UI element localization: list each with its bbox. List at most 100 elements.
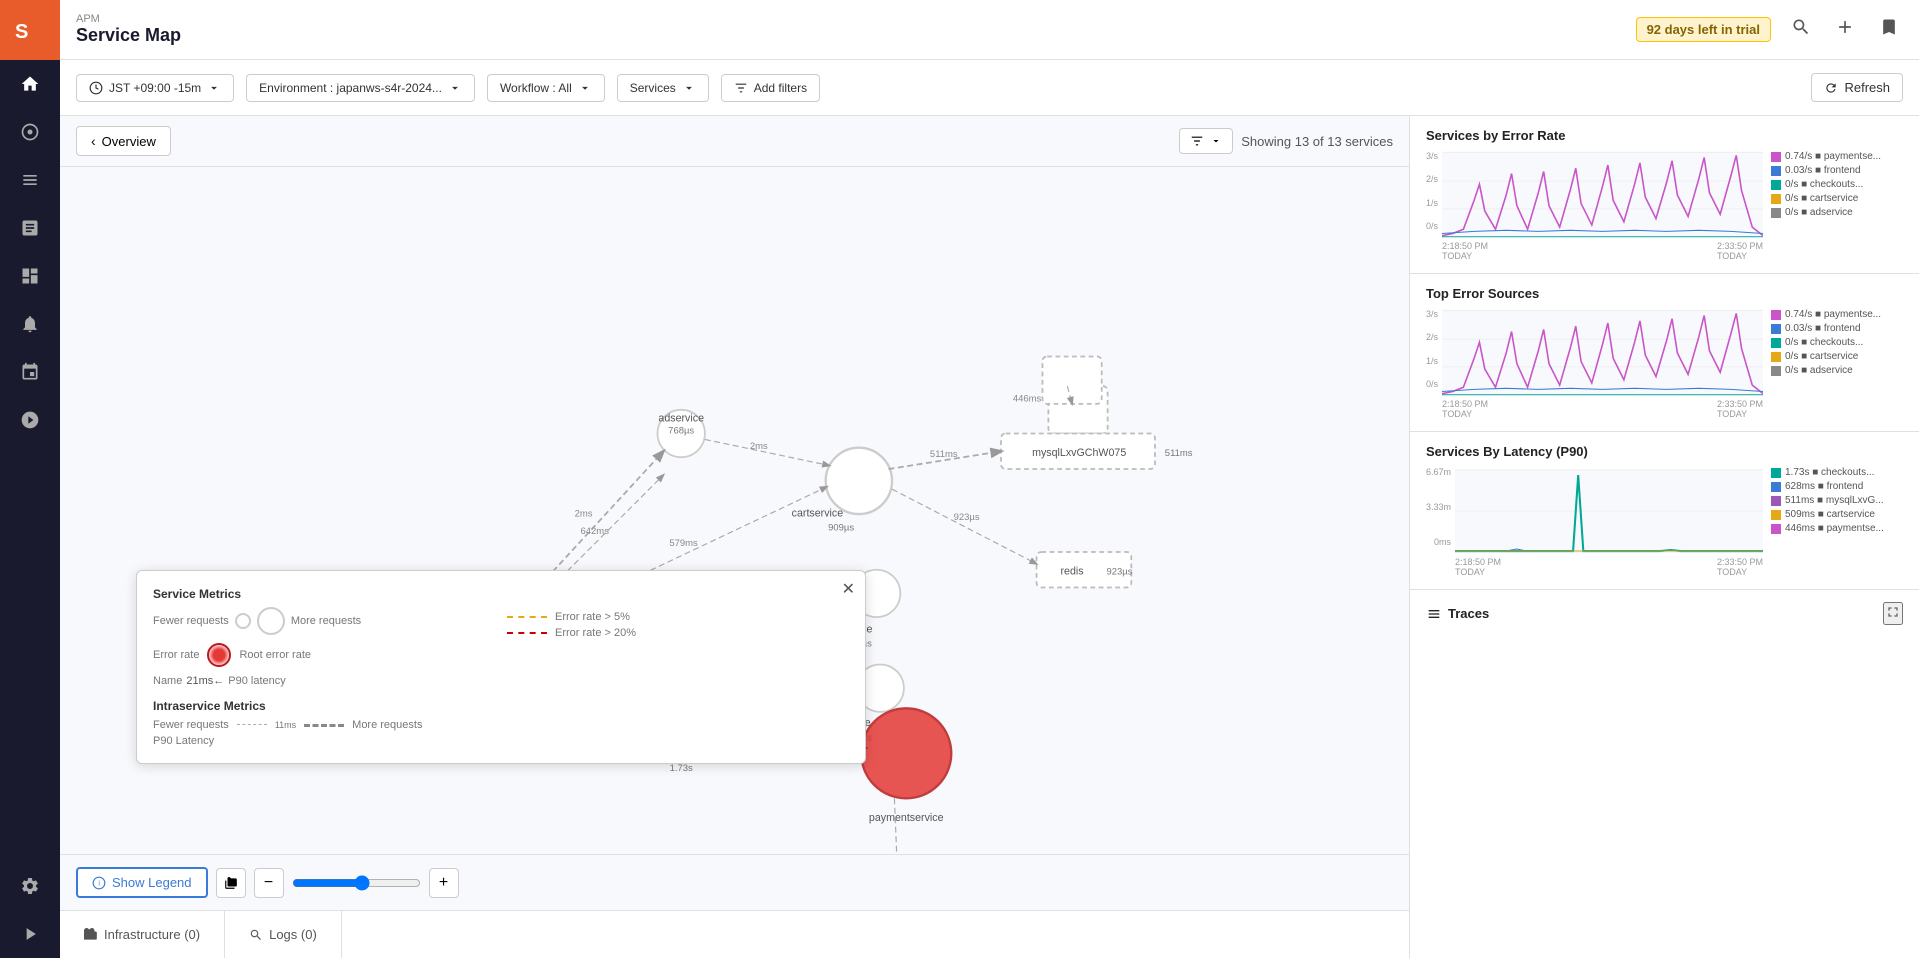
svg-text:768µs: 768µs xyxy=(668,426,694,437)
error-rate-20-line xyxy=(507,632,547,634)
traces-expand-button[interactable] xyxy=(1883,602,1903,625)
map-panel: ‹ Overview Showing 13 of 13 services xyxy=(60,116,1409,958)
add-filters-button[interactable]: Add filters xyxy=(721,74,820,102)
sidebar-item-dashboards[interactable] xyxy=(0,252,60,300)
zoom-in-button[interactable]: + xyxy=(429,868,459,898)
time-filter-button[interactable]: JST +09:00 -15m xyxy=(76,74,234,102)
services-by-error-rate-title: Services by Error Rate xyxy=(1426,128,1903,143)
sidebar-item-blocks[interactable] xyxy=(0,348,60,396)
lat-legend-cart: 509ms ■ cartservice xyxy=(1771,509,1903,520)
map-filter-button[interactable] xyxy=(1179,128,1233,154)
traces-section: Traces xyxy=(1410,590,1919,637)
splunk-logo[interactable]: S xyxy=(0,0,60,60)
overview-button[interactable]: ‹ Overview xyxy=(76,126,171,156)
svg-text:511ms: 511ms xyxy=(1165,448,1193,459)
infrastructure-tab-label: Infrastructure (0) xyxy=(104,927,200,942)
show-legend-label: Show Legend xyxy=(112,875,192,890)
intraservice-p90-row: P90 Latency xyxy=(153,735,495,747)
service-map-canvas[interactable]: frontend 316 adservice 768µs mysqlLxvGCh… xyxy=(60,167,1409,854)
map-controls: i Show Legend − + xyxy=(60,854,1409,910)
error-rate-x-end: 2:33:50 PMTODAY xyxy=(1717,241,1763,261)
sidebar-item-logs[interactable] xyxy=(0,204,60,252)
p90-latency-label: P90 latency xyxy=(228,675,285,687)
sidebar-item-infrastructure[interactable] xyxy=(0,156,60,204)
dot-frontend xyxy=(1771,166,1781,176)
intraservice-metrics-title: Intraservice Metrics xyxy=(153,699,495,713)
legend-paymentse: 0.74/s ■ paymentse... xyxy=(1771,151,1903,162)
name-label: Name xyxy=(153,675,182,687)
latency-y-labels: 6.67m 3.33m 0ms xyxy=(1426,467,1455,547)
main-content: APM Service Map 92 days left in trial JS… xyxy=(60,0,1919,958)
services-by-latency-section: Services By Latency (P90) 6.67m 3.33m 0m… xyxy=(1410,432,1919,590)
show-legend-button[interactable]: i Show Legend xyxy=(76,867,208,898)
circle-small xyxy=(235,613,251,629)
add-button[interactable] xyxy=(1831,13,1859,46)
lat-legend-checkouts: 1.73s ■ checkouts... xyxy=(1771,467,1903,478)
refresh-button[interactable]: Refresh xyxy=(1811,73,1903,102)
name-latency-row: Name 21ms← P90 latency xyxy=(153,675,495,687)
search-button[interactable] xyxy=(1787,13,1815,46)
environment-filter-label: Environment : japanws-s4r-2024... xyxy=(259,81,442,95)
service-metrics-section: Service Metrics Fewer requests More requ… xyxy=(153,587,495,687)
sidebar-item-alerts[interactable] xyxy=(0,300,60,348)
latency-svg xyxy=(1455,467,1763,555)
lat-legend-frontend: 628ms ■ frontend xyxy=(1771,481,1903,492)
bookmark-button[interactable] xyxy=(1875,13,1903,46)
services-filter-button[interactable]: Services xyxy=(617,74,709,102)
top-legend-frontend: 0.03/s ■ frontend xyxy=(1771,323,1903,334)
lat-legend-payment: 446ms ■ paymentse... xyxy=(1771,523,1903,534)
error-rate-5-label: Error rate > 5% xyxy=(555,611,630,623)
sidebar-item-expand[interactable] xyxy=(0,910,60,958)
sidebar-item-apm[interactable] xyxy=(0,108,60,156)
screenshot-button[interactable] xyxy=(216,868,246,898)
latency-legend: 1.73s ■ checkouts... 628ms ■ frontend 51… xyxy=(1763,467,1903,577)
traces-label: Traces xyxy=(1448,606,1489,621)
intra-latency-val: 11ms xyxy=(275,720,296,730)
latency-chart-body: 2:18:50 PMTODAY 2:33:50 PMTODAY xyxy=(1455,467,1763,577)
trial-badge: 92 days left in trial xyxy=(1636,17,1771,42)
latency-chart: 6.67m 3.33m 0ms xyxy=(1426,467,1903,577)
time-filter-label: JST +09:00 -15m xyxy=(109,81,201,95)
svg-text:923µs: 923µs xyxy=(954,512,980,523)
topbar: APM Service Map 92 days left in trial xyxy=(60,0,1919,60)
val-adservice: 0/s ■ adservice xyxy=(1785,207,1853,218)
svg-text:mysqlLxvGChW075: mysqlLxvGChW075 xyxy=(1032,447,1126,459)
legend-cart: 0/s ■ cartservice xyxy=(1771,193,1903,204)
zoom-minus-label: − xyxy=(264,874,273,892)
sidebar-item-home[interactable] xyxy=(0,60,60,108)
y-label-0: 0/s xyxy=(1426,221,1438,231)
environment-filter-button[interactable]: Environment : japanws-s4r-2024... xyxy=(246,74,475,102)
services-by-error-rate-section: Services by Error Rate 3/s 2/s 1/s 0/s xyxy=(1410,116,1919,274)
y-label-3: 3/s xyxy=(1426,151,1438,161)
overview-label: Overview xyxy=(102,134,156,149)
error-rate-20-label: Error rate > 20% xyxy=(555,627,636,639)
error-rate-label: Error rate xyxy=(153,649,199,661)
legend-close-button[interactable]: ✕ xyxy=(842,579,855,599)
svg-text:i: i xyxy=(98,880,100,887)
latency-x-labels: 2:18:50 PMTODAY 2:33:50 PMTODAY xyxy=(1455,555,1763,577)
sidebar-item-rum[interactable] xyxy=(0,396,60,444)
top-error-sources-chart: 3/s 2/s 1/s 0/s xyxy=(1426,309,1903,419)
intra-p90-label: P90 Latency xyxy=(153,735,214,747)
workflow-filter-button[interactable]: Workflow : All xyxy=(487,74,605,102)
y-label-1: 1/s xyxy=(1426,198,1438,208)
zoom-plus-label: + xyxy=(439,874,448,892)
infrastructure-tab[interactable]: Infrastructure (0) xyxy=(60,911,225,958)
error-rate-5-line xyxy=(507,616,547,618)
right-scroll[interactable]: Services by Error Rate 3/s 2/s 1/s 0/s xyxy=(1410,116,1919,958)
topbar-right: 92 days left in trial xyxy=(1636,13,1903,46)
topbar-left: APM Service Map xyxy=(76,13,181,46)
sidebar-item-settings[interactable] xyxy=(0,862,60,910)
map-header: ‹ Overview Showing 13 of 13 services xyxy=(60,116,1409,167)
toolbar: JST +09:00 -15m Environment : japanws-s4… xyxy=(60,60,1919,116)
zoom-out-button[interactable]: − xyxy=(254,868,284,898)
traces-icon xyxy=(1426,606,1442,622)
dot-adservice xyxy=(1771,208,1781,218)
logs-tab[interactable]: Logs (0) xyxy=(225,911,342,958)
top-error-sources-section: Top Error Sources 3/s 2/s 1/s 0/s xyxy=(1410,274,1919,432)
refresh-label: Refresh xyxy=(1844,80,1890,95)
sidebar: S xyxy=(0,0,60,958)
services-by-latency-title: Services By Latency (P90) xyxy=(1426,444,1903,459)
zoom-slider[interactable] xyxy=(292,875,421,891)
error-rate-svg xyxy=(1442,151,1763,239)
